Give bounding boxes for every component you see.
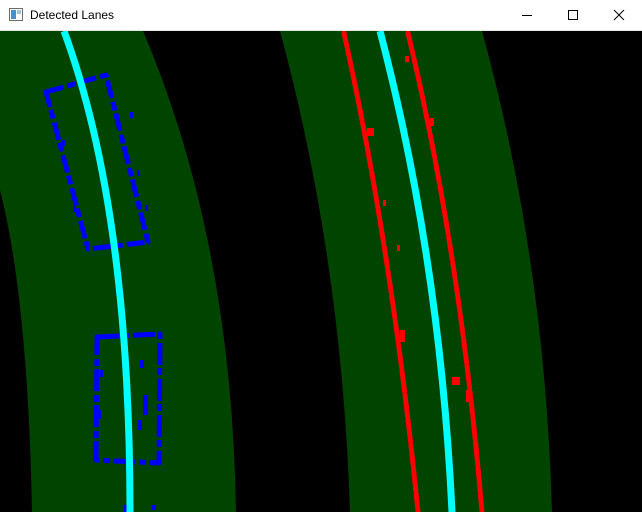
- close-icon: [613, 9, 625, 21]
- maximize-button[interactable]: [550, 0, 596, 30]
- title-bar[interactable]: Detected Lanes: [0, 0, 642, 31]
- close-button[interactable]: [596, 0, 642, 30]
- minimize-icon: [522, 15, 532, 16]
- lane-detection-image: [0, 31, 642, 512]
- maximize-icon: [568, 10, 578, 20]
- window-title: Detected Lanes: [30, 8, 115, 22]
- minimize-button[interactable]: [504, 0, 550, 30]
- app-icon: [9, 8, 23, 21]
- app-window: Detected Lanes: [0, 0, 642, 512]
